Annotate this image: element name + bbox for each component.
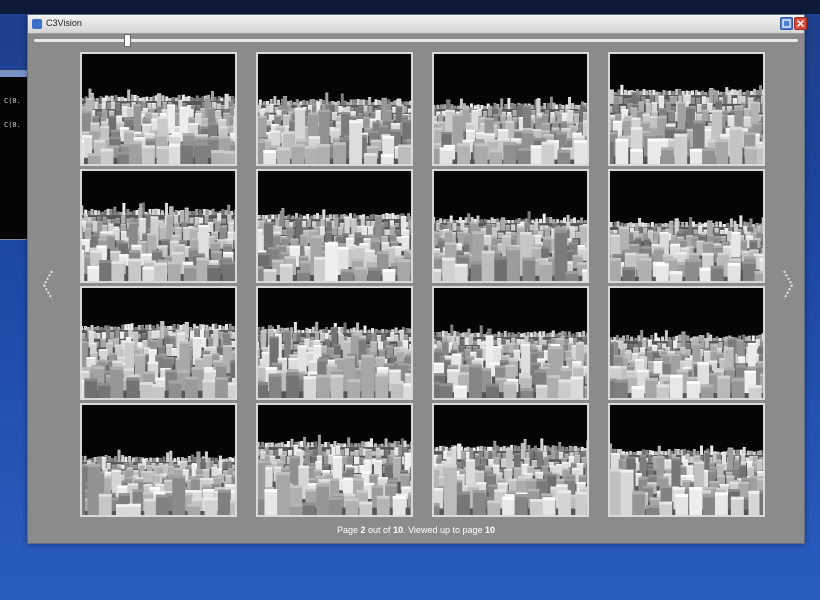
thumbnail-9[interactable] <box>80 286 237 400</box>
c3vision-window: C3Vision Page 2 out of 10. Viewed up to … <box>27 14 807 544</box>
page-slider-track[interactable] <box>34 39 798 42</box>
chevron-left-icon <box>42 270 53 300</box>
voxel-render-image <box>82 54 235 164</box>
window-titlebar[interactable]: C3Vision <box>28 15 807 34</box>
page-status-mid2: . Viewed up to page <box>403 525 483 535</box>
voxel-render-image <box>434 54 587 164</box>
close-icon <box>796 19 805 28</box>
thumbnail-13[interactable] <box>80 403 237 517</box>
thumbnail-2[interactable] <box>256 52 413 166</box>
thumbnail-16[interactable] <box>608 403 765 517</box>
app-icon <box>32 19 42 29</box>
voxel-render-image <box>610 171 763 281</box>
voxel-render-image <box>610 405 763 515</box>
prev-page-button[interactable] <box>38 267 58 303</box>
voxel-render-image <box>610 54 763 164</box>
page-status: Page 2 out of 10. Viewed up to page 10 <box>28 525 804 535</box>
voxel-render-image <box>434 288 587 398</box>
window-title: C3Vision <box>46 18 82 28</box>
console-line: C(0. <box>4 121 21 129</box>
thumbnail-3[interactable] <box>432 52 589 166</box>
current-page: 2 <box>360 525 366 535</box>
thumbnail-7[interactable] <box>432 169 589 283</box>
console-line: C(0. <box>4 97 21 105</box>
close-button[interactable] <box>794 17 807 30</box>
voxel-render-image <box>258 288 411 398</box>
page-slider-thumb[interactable] <box>123 34 131 47</box>
thumbnail-15[interactable] <box>432 403 589 517</box>
thumbnail-5[interactable] <box>80 169 237 283</box>
thumbnail-8[interactable] <box>608 169 765 283</box>
thumbnail-11[interactable] <box>432 286 589 400</box>
page-status-prefix: Page <box>336 525 358 535</box>
next-page-button[interactable] <box>778 267 798 303</box>
thumbnail-4[interactable] <box>608 52 765 166</box>
total-pages: 10 <box>393 525 404 535</box>
monitor-bezel <box>0 0 820 14</box>
voxel-render-image <box>434 405 587 515</box>
thumbnail-6[interactable] <box>256 169 413 283</box>
thumbnail-1[interactable] <box>80 52 237 166</box>
voxel-render-image <box>258 54 411 164</box>
voxel-render-image <box>434 171 587 281</box>
thumbnail-14[interactable] <box>256 403 413 517</box>
maximize-icon <box>782 19 791 28</box>
voxel-render-image <box>82 405 235 515</box>
chevron-right-icon <box>783 270 794 300</box>
console-window[interactable]: C(0. C(0. <box>0 70 29 240</box>
thumbnail-10[interactable] <box>256 286 413 400</box>
maximize-button[interactable] <box>780 17 793 30</box>
voxel-render-image <box>82 171 235 281</box>
thumbnail-12[interactable] <box>608 286 765 400</box>
voxel-render-image <box>82 288 235 398</box>
viewed-page: 10 <box>485 525 496 535</box>
thumbnail-grid <box>80 52 765 517</box>
console-titlebar[interactable] <box>0 71 28 77</box>
voxel-render-image <box>258 405 411 515</box>
voxel-render-image <box>610 288 763 398</box>
voxel-render-image <box>258 171 411 281</box>
page-status-mid1: out of <box>368 525 391 535</box>
